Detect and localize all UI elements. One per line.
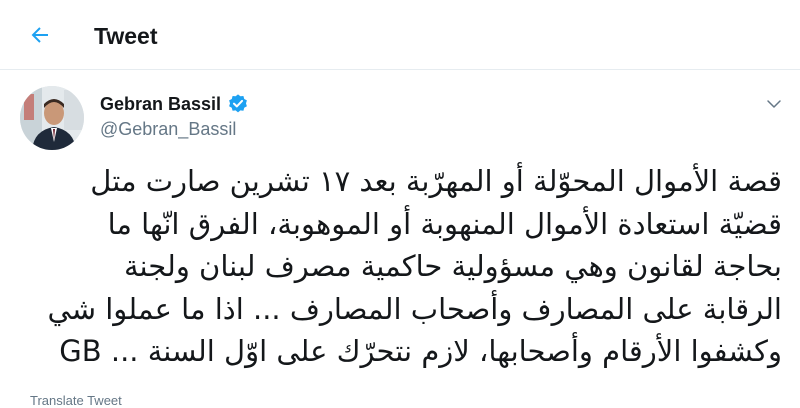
avatar[interactable]: [20, 86, 84, 150]
chevron-down-icon: [767, 100, 781, 108]
tweet-text-line: وكشفوا الأرقام وأصحابها، لازم نتحرّك على…: [59, 334, 782, 368]
verified-badge-icon: [229, 94, 247, 113]
back-button[interactable]: [22, 17, 58, 53]
author-handle[interactable]: @Gebran_Bassil: [100, 119, 236, 140]
tweet-text-line: قضيّة استعادة الأموال المنهوبة أو الموهو…: [107, 206, 782, 241]
author-name[interactable]: Gebran Bassil: [100, 94, 221, 115]
author-row: Gebran Bassil: [100, 91, 249, 117]
tweet-text-line: بحاجة لقانون وهي مسؤولية حاكمية مصرف لبن…: [123, 249, 782, 283]
arrow-left-icon: [31, 27, 48, 43]
tweet-text-line: قصة الأموال المحوّلة أو المهرّبة بعد ١٧ …: [90, 164, 782, 198]
more-options-button[interactable]: [762, 92, 786, 116]
page-title: Tweet: [94, 23, 158, 49]
tweet-text: قصة الأموال المحوّلة أو المهرّبة بعد ١٧ …: [20, 160, 782, 373]
tweet-header: Tweet: [0, 0, 800, 70]
translate-tweet-link[interactable]: Translate Tweet: [30, 393, 122, 408]
avatar-image: [20, 86, 84, 150]
tweet-text-line: الرقابة على المصارف وأصحاب المصارف ... ا…: [47, 291, 782, 326]
